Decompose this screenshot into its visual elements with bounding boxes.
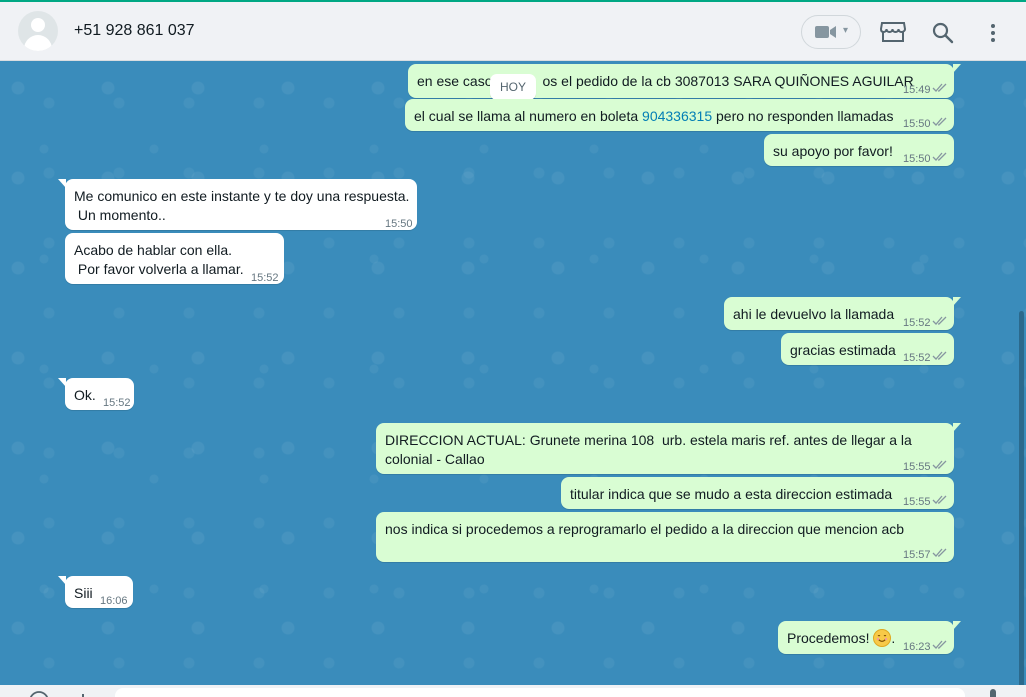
message-out[interactable]: el cual se llama al numero en boleta 904…	[405, 99, 954, 131]
message-in[interactable]: Siii 16:06	[58, 576, 133, 608]
phone-link[interactable]: 904336315	[642, 108, 712, 124]
message-time: 16:06	[100, 595, 128, 607]
message-in[interactable]: Ok. 15:52	[58, 378, 134, 410]
double-check-icon	[932, 351, 947, 360]
message-text: Un momento..	[74, 207, 166, 223]
message-text: su apoyo por favor!	[773, 143, 893, 159]
chat-header: +51 928 861 037 ▾	[0, 0, 1026, 61]
message-text: titular indica que se mudo a esta direcc…	[570, 486, 893, 502]
video-call-button[interactable]: ▾	[801, 15, 861, 49]
store-icon[interactable]	[880, 20, 906, 44]
chat-scrollbar[interactable]	[1019, 311, 1024, 685]
message-text: en ese caso	[417, 73, 493, 89]
message-text: pero no responden llamadas	[712, 108, 894, 124]
message-time: 15:50	[903, 118, 931, 130]
message-out[interactable]: su apoyo por favor! 15:50	[764, 134, 954, 166]
double-check-icon	[932, 640, 947, 649]
message-time: 15:57	[903, 549, 931, 561]
double-check-icon	[932, 495, 947, 504]
bubble-tail	[58, 179, 66, 188]
menu-icon[interactable]	[989, 22, 997, 44]
bubble-tail	[58, 576, 66, 585]
message-out[interactable]: Procedemos! . 16:23	[778, 621, 961, 654]
double-check-icon	[932, 548, 947, 557]
message-time: 15:52	[251, 272, 279, 284]
double-check-icon	[932, 83, 947, 92]
message-time: 15:50	[385, 218, 413, 230]
double-check-icon	[932, 117, 947, 126]
message-text: colonial - Callao	[385, 451, 485, 467]
message-time: 15:55	[903, 461, 931, 473]
video-call-icon	[815, 26, 836, 38]
bubble-tail	[58, 378, 66, 387]
double-check-icon	[932, 460, 947, 469]
message-time: 15:52	[903, 352, 931, 364]
message-text: Siii	[74, 585, 93, 601]
search-icon[interactable]	[932, 22, 954, 44]
bubble-tail	[953, 621, 961, 630]
message-text: os el pedido de la cb 3087013 SARA QUIÑO…	[542, 73, 914, 89]
message-text: Procedemos!	[787, 630, 870, 646]
message-time: 15:52	[903, 317, 931, 329]
message-text: Acabo de hablar con ella.	[74, 242, 232, 258]
message-time: 15:55	[903, 496, 931, 508]
double-check-icon	[932, 316, 947, 325]
message-text: Ok.	[74, 387, 96, 403]
message-input[interactable]	[115, 688, 965, 697]
message-time: 15:50	[903, 153, 931, 165]
message-text: ahi le devuelvo la llamada	[733, 306, 895, 322]
bubble-tail	[953, 423, 961, 432]
avatar-body	[24, 35, 52, 51]
compose-bar	[0, 685, 1026, 697]
message-text: gracias estimada	[790, 342, 896, 358]
message-out[interactable]: nos indica si procedemos a reprogramarlo…	[376, 512, 954, 562]
bubble-tail	[953, 64, 961, 73]
smiling-face-emoji	[873, 629, 892, 647]
message-out[interactable]: ahi le devuelvo la llamada 15:52	[724, 297, 961, 330]
bubble-tail	[953, 297, 961, 306]
message-time: 16:23	[903, 641, 931, 653]
message-text: DIRECCION ACTUAL: Grunete merina 108 urb…	[385, 432, 912, 448]
contact-name[interactable]: +51 928 861 037	[74, 22, 195, 40]
microphone-icon[interactable]	[986, 689, 1000, 697]
message-time: 15:49	[903, 84, 931, 96]
avatar-head	[31, 18, 45, 32]
message-text: Por favor volverla a llamar.	[74, 261, 244, 277]
emoji-icon[interactable]	[28, 690, 50, 697]
message-out[interactable]: gracias estimada 15:52	[781, 333, 954, 365]
date-chip: HOY	[490, 74, 536, 100]
message-text: nos indica si procedemos a reprogramarlo…	[385, 521, 905, 537]
message-in[interactable]: Acabo de hablar con ella. Por favor volv…	[65, 233, 284, 284]
double-check-icon	[932, 152, 947, 161]
message-out[interactable]: DIRECCION ACTUAL: Grunete merina 108 urb…	[376, 423, 961, 474]
message-time: 15:52	[103, 397, 131, 409]
message-text: Me comunico en este instante y te doy un…	[74, 188, 410, 204]
chevron-down-icon: ▾	[843, 25, 849, 36]
message-in[interactable]: Me comunico en este instante y te doy un…	[58, 179, 417, 230]
message-out[interactable]: titular indica que se mudo a esta direcc…	[561, 477, 954, 509]
contact-avatar[interactable]	[18, 11, 58, 51]
attach-icon[interactable]	[72, 690, 94, 697]
message-text: el cual se llama al numero en boleta	[414, 108, 643, 124]
